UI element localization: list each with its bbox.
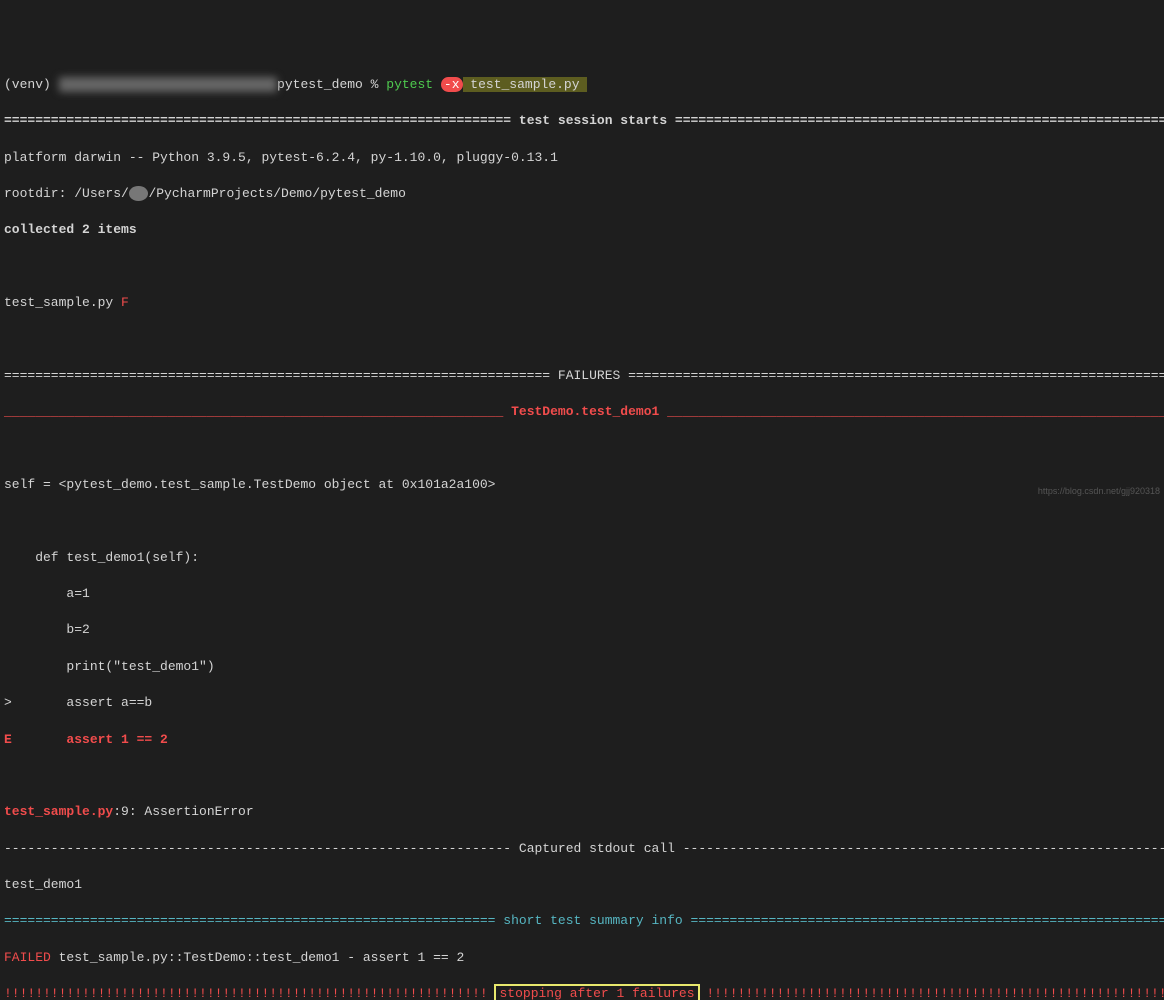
failures-subheader: ________________________________________… xyxy=(4,403,1160,421)
session-header: ========================================… xyxy=(4,112,1160,130)
flag-x: -x xyxy=(441,77,463,92)
stdout-header: ----------------------------------------… xyxy=(4,840,1160,858)
code-line-assert: > assert a==b xyxy=(4,694,1160,712)
stopping-line: !!!!!!!!!!!!!!!!!!!!!!!!!!!!!!!!!!!!!!!!… xyxy=(4,985,1160,1000)
venv-label: (venv) xyxy=(4,77,59,92)
code-line-b: b=2 xyxy=(4,621,1160,639)
code-line-print: print("test_demo1") xyxy=(4,658,1160,676)
rootdir-line: rootdir: /Users/██/PycharmProjects/Demo/… xyxy=(4,185,1160,203)
cmd-pytest: pytest xyxy=(386,77,433,92)
summary-header: ========================================… xyxy=(4,912,1160,930)
error-line: E assert 1 == 2 xyxy=(4,731,1160,749)
watermark: https://blog.csdn.net/gjj920318 xyxy=(1038,485,1160,498)
stdout-content: test_demo1 xyxy=(4,876,1160,894)
code-line-a: a=1 xyxy=(4,585,1160,603)
blurred-user: ████████████████████████████ xyxy=(59,77,277,92)
failures-header: ========================================… xyxy=(4,367,1160,385)
fail-marker: F xyxy=(121,295,129,310)
path-part: pytest_demo % xyxy=(277,77,386,92)
error-location: test_sample.py:9: AssertionError xyxy=(4,803,1160,821)
collected-line: collected 2 items xyxy=(4,221,1160,239)
stopping-box: stopping after 1 failures xyxy=(495,985,698,1000)
cmd-file: test_sample.py xyxy=(463,77,588,92)
prompt-line: (venv) ████████████████████████████pytes… xyxy=(4,76,1160,94)
platform-line: platform darwin -- Python 3.9.5, pytest-… xyxy=(4,149,1160,167)
code-line-def: def test_demo1(self): xyxy=(4,549,1160,567)
avatar-dot: ██ xyxy=(129,186,149,201)
self-line: self = <pytest_demo.test_sample.TestDemo… xyxy=(4,476,1160,494)
summary-failed: FAILED test_sample.py::TestDemo::test_de… xyxy=(4,949,1160,967)
test-file-line: test_sample.py F xyxy=(4,294,1160,312)
